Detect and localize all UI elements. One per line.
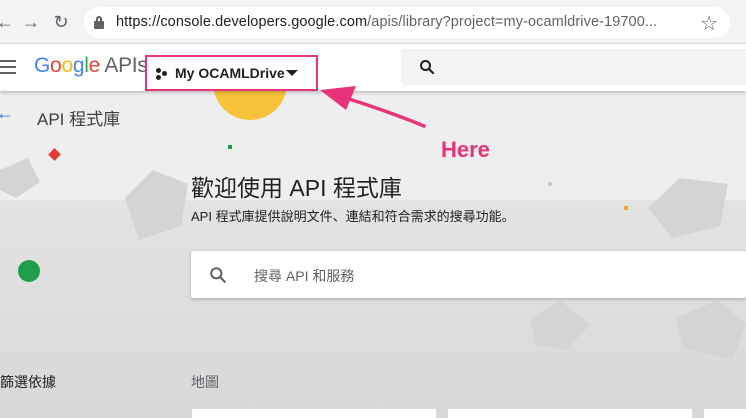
search-icon xyxy=(210,267,226,283)
console-search[interactable] xyxy=(401,49,746,85)
dot-decoration xyxy=(624,206,628,210)
browser-toolbar: ← → ↻ https://console.developers.google.… xyxy=(0,0,746,44)
dot-decoration xyxy=(228,145,232,149)
star-icon[interactable]: ☆ xyxy=(700,11,718,36)
menu-icon[interactable] xyxy=(0,60,16,74)
rock-illustration xyxy=(0,158,40,198)
red-star-decoration xyxy=(48,148,61,161)
annotation-label: Here xyxy=(441,137,490,162)
search-placeholder: 搜尋 API 和服務 xyxy=(254,268,355,284)
logo-apis: APIs xyxy=(104,54,148,77)
hero-title: 歡迎使用 API 程式庫 xyxy=(191,175,402,201)
project-name: My OCAMLDrive xyxy=(175,65,285,81)
background-landscape xyxy=(0,200,746,418)
api-search-box[interactable]: 搜尋 API 和服務 xyxy=(191,251,746,298)
filter-heading: 篩選依據 xyxy=(0,374,56,390)
url-rest: /apis/library?project=my-ocamldrive-1970… xyxy=(367,14,658,30)
back-icon[interactable]: ← xyxy=(0,11,16,33)
reload-icon[interactable]: ↻ xyxy=(50,11,72,33)
arrow-back-icon[interactable]: ← xyxy=(0,103,14,124)
api-card[interactable] xyxy=(703,408,746,418)
logo-google: Google xyxy=(34,54,100,77)
google-apis-logo[interactable]: Google APIs xyxy=(34,54,148,78)
api-card[interactable] xyxy=(191,408,437,418)
url-text[interactable]: https://console.developers.google.com/ap… xyxy=(116,14,657,30)
annotation-arrow xyxy=(320,86,426,128)
lock-icon xyxy=(94,16,104,29)
project-icon xyxy=(156,68,168,80)
section-heading-maps: 地圖 xyxy=(191,374,219,390)
search-icon xyxy=(420,60,435,75)
dot-decoration xyxy=(548,182,552,186)
hero-subtitle: API 程式庫提供說明文件、連結和符合需求的搜尋功能。 xyxy=(191,209,515,224)
page-title: API 程式庫 xyxy=(37,110,121,129)
url-host: https://console.developers.google.com xyxy=(116,14,368,30)
api-card[interactable] xyxy=(447,408,693,418)
green-dot-decoration xyxy=(18,260,40,282)
dropdown-icon xyxy=(286,70,298,76)
address-bar[interactable]: https://console.developers.google.com/ap… xyxy=(84,7,730,38)
forward-icon[interactable]: → xyxy=(20,11,42,33)
project-picker[interactable]: My OCAMLDrive xyxy=(145,55,318,91)
